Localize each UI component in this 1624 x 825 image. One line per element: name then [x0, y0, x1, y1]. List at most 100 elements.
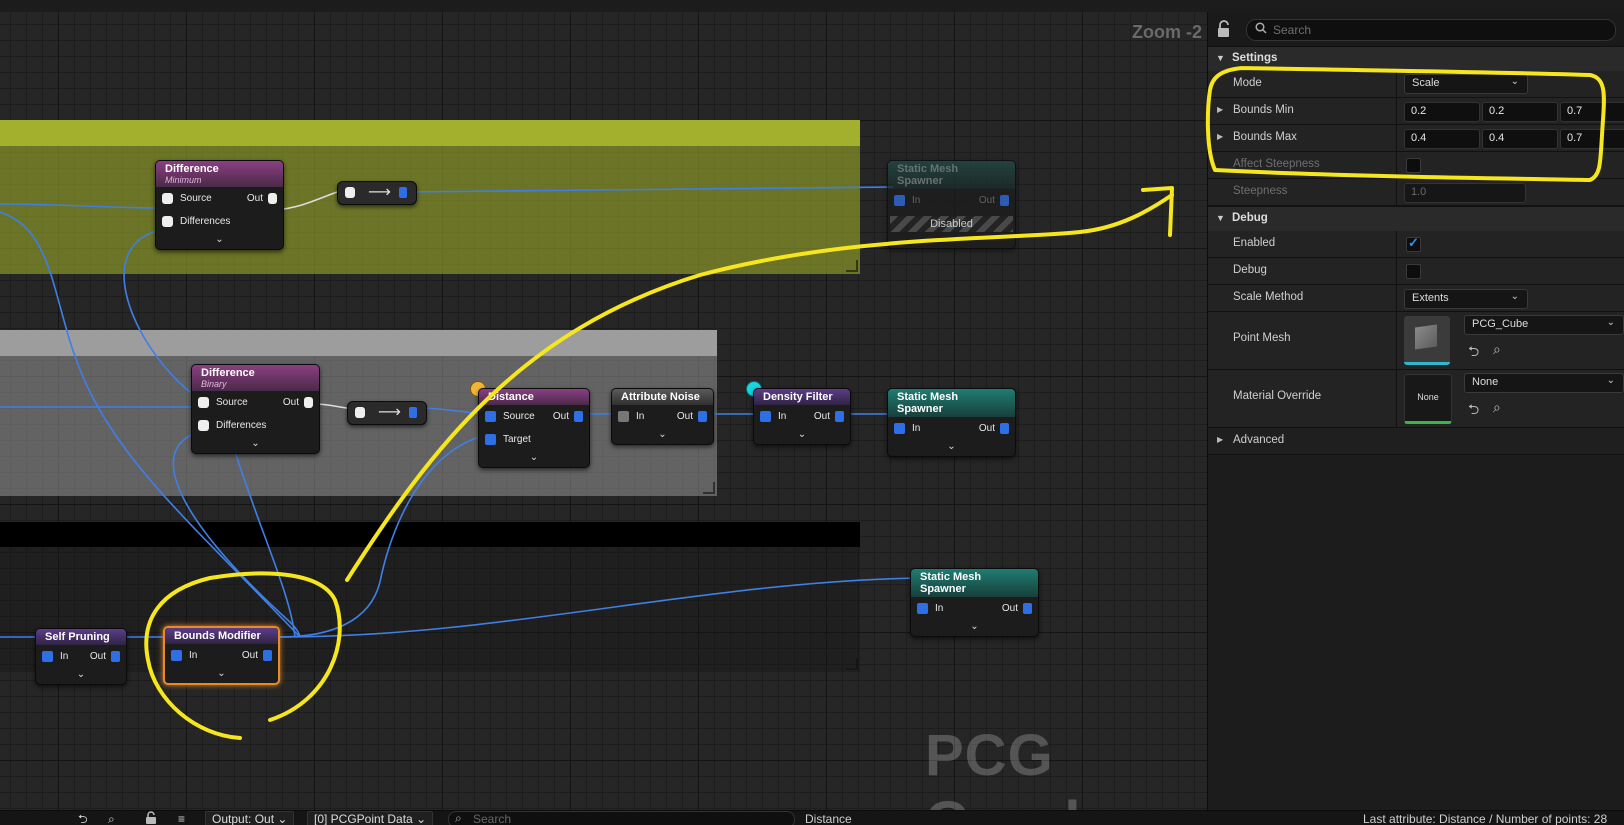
- expand-chevron-icon[interactable]: ⌄: [156, 233, 283, 249]
- node-static-mesh-spawner-disabled[interactable]: Static Mesh Spawner In Out Disabled ⌄: [887, 160, 1016, 249]
- column-divider[interactable]: [1396, 370, 1397, 427]
- expand-triangle-icon[interactable]: ▶: [1217, 435, 1223, 444]
- browse-icon[interactable]: ⌕: [108, 811, 115, 825]
- lock-icon[interactable]: [145, 811, 157, 825]
- pin-source-icon[interactable]: [162, 193, 173, 204]
- pin-target-icon[interactable]: [485, 434, 496, 445]
- pin-out-icon[interactable]: [268, 193, 277, 204]
- collapse-triangle-icon[interactable]: ▼: [1216, 53, 1225, 63]
- pin-out-icon[interactable]: [409, 407, 417, 418]
- expand-chevron-icon[interactable]: ⌄: [754, 428, 850, 444]
- output-dropdown[interactable]: Output: Out ⌄: [205, 811, 295, 825]
- affect-steepness-checkbox[interactable]: [1406, 158, 1421, 173]
- bounds-max-y[interactable]: 0.4: [1482, 129, 1558, 149]
- expand-chevron-icon[interactable]: ⌄: [165, 667, 278, 683]
- node-difference-minimum[interactable]: Difference Minimum Source Out Differences …: [155, 160, 284, 250]
- pin-source-icon[interactable]: [485, 411, 496, 422]
- pin-out-icon[interactable]: [111, 651, 120, 662]
- pin-in-icon[interactable]: [42, 651, 53, 662]
- column-divider[interactable]: [1396, 312, 1397, 369]
- lock-icon[interactable]: [1216, 20, 1234, 38]
- pin-out-icon[interactable]: [574, 411, 583, 422]
- column-divider[interactable]: [1396, 258, 1397, 284]
- node-title[interactable]: Difference Binary: [192, 365, 319, 391]
- node-self-pruning[interactable]: Self Pruning In Out ⌄: [35, 628, 127, 685]
- graph-canvas[interactable]: Difference Minimum Source Out Differences …: [0, 12, 1207, 810]
- column-divider[interactable]: [1396, 152, 1397, 178]
- browse-asset-icon[interactable]: ⌕: [1493, 399, 1501, 416]
- steepness-input[interactable]: 1.0: [1404, 183, 1526, 203]
- pin-in-icon[interactable]: [917, 603, 928, 614]
- node-title[interactable]: Static Mesh Spawner: [911, 569, 1038, 597]
- node-title[interactable]: Self Pruning: [36, 629, 126, 645]
- node-static-mesh-spawner[interactable]: Static Mesh Spawner In Out ⌄: [887, 388, 1016, 457]
- column-divider[interactable]: [1396, 179, 1397, 205]
- section-debug[interactable]: ▼ Debug: [1208, 206, 1624, 231]
- node-title[interactable]: Attribute Noise: [612, 389, 713, 405]
- expand-chevron-icon[interactable]: ⌄: [911, 620, 1038, 636]
- node-difference-binary[interactable]: Difference Binary Source Out Differences ⌄: [191, 364, 320, 454]
- material-override-dropdown[interactable]: None ⌄: [1464, 373, 1624, 393]
- attribute-search-input[interactable]: ⌕ Search: [448, 811, 795, 825]
- details-search-input[interactable]: Search: [1246, 19, 1616, 41]
- node-title[interactable]: Static Mesh Spawner: [888, 161, 1015, 189]
- pin-in-icon[interactable]: [355, 407, 365, 418]
- data-dropdown[interactable]: [0] PCGPoint Data ⌄: [307, 811, 434, 825]
- column-divider[interactable]: [1396, 98, 1397, 124]
- column-divider[interactable]: [1396, 285, 1397, 311]
- scale-method-dropdown[interactable]: Extents ⌄: [1404, 289, 1528, 309]
- pin-differences-icon[interactable]: [162, 216, 173, 227]
- bounds-min-x[interactable]: 0.2: [1404, 102, 1480, 122]
- pin-out-icon[interactable]: [1023, 603, 1032, 614]
- node-density-filter[interactable]: Density Filter In Out ⌄: [753, 388, 851, 445]
- pin-out-icon[interactable]: [1000, 195, 1009, 206]
- column-divider[interactable]: [1396, 125, 1397, 151]
- pin-out-icon[interactable]: [1000, 423, 1009, 434]
- node-title[interactable]: Static Mesh Spawner: [888, 389, 1015, 417]
- back-icon[interactable]: ⮌: [78, 811, 88, 825]
- mesh-thumbnail[interactable]: [1404, 316, 1450, 365]
- debug-checkbox[interactable]: [1406, 264, 1421, 279]
- node-distance[interactable]: Distance Source Out Target ⌄: [478, 388, 590, 468]
- node-title[interactable]: Difference Minimum: [156, 161, 283, 187]
- expand-chevron-icon[interactable]: ⌄: [888, 232, 1015, 248]
- pin-in-icon[interactable]: [618, 411, 629, 422]
- node-bounds-modifier[interactable]: Bounds Modifier In Out ⌄: [163, 626, 280, 685]
- pin-differences-icon[interactable]: [198, 420, 209, 431]
- use-selected-icon[interactable]: ⮌: [1468, 341, 1479, 365]
- expand-chevron-icon[interactable]: ⌄: [479, 451, 589, 467]
- point-mesh-dropdown[interactable]: PCG_Cube ⌄: [1464, 315, 1624, 335]
- material-thumbnail[interactable]: None: [1404, 374, 1452, 424]
- pin-out-icon[interactable]: [263, 650, 272, 661]
- expand-chevron-icon[interactable]: ⌄: [888, 440, 1015, 456]
- bounds-min-z[interactable]: 0.7: [1560, 102, 1624, 122]
- use-selected-icon[interactable]: ⮌: [1468, 399, 1479, 423]
- expand-chevron-icon[interactable]: ⌄: [612, 428, 713, 444]
- node-attribute-noise[interactable]: Attribute Noise In Out ⌄: [611, 388, 714, 445]
- pin-out-icon[interactable]: [698, 411, 707, 422]
- reroute-node[interactable]: ⟶: [337, 181, 417, 205]
- enabled-checkbox[interactable]: [1406, 235, 1421, 252]
- reroute-node[interactable]: ⟶: [347, 401, 427, 425]
- pin-out-icon[interactable]: [304, 397, 313, 408]
- expand-chevron-icon[interactable]: ⌄: [192, 437, 319, 453]
- collapse-triangle-icon[interactable]: ▼: [1216, 213, 1225, 223]
- pin-source-icon[interactable]: [198, 397, 209, 408]
- column-divider[interactable]: [1396, 231, 1397, 257]
- pin-in-icon[interactable]: [345, 187, 355, 198]
- node-title[interactable]: Density Filter: [754, 389, 850, 405]
- pin-in-icon[interactable]: [894, 195, 905, 206]
- pin-in-icon[interactable]: [171, 650, 182, 661]
- section-advanced[interactable]: ▶ Advanced: [1208, 428, 1624, 455]
- pin-out-icon[interactable]: [835, 411, 844, 422]
- pin-in-icon[interactable]: [760, 411, 771, 422]
- browse-asset-icon[interactable]: ⌕: [1493, 341, 1501, 358]
- node-title[interactable]: Bounds Modifier: [165, 628, 278, 644]
- expand-triangle-icon[interactable]: ▶: [1217, 132, 1223, 141]
- pin-in-icon[interactable]: [894, 423, 905, 434]
- node-title[interactable]: Distance: [479, 389, 589, 405]
- expand-chevron-icon[interactable]: ⌄: [36, 668, 126, 684]
- bounds-max-x[interactable]: 0.4: [1404, 129, 1480, 149]
- column-divider[interactable]: [1396, 71, 1397, 97]
- section-settings[interactable]: ▼ Settings: [1208, 46, 1624, 71]
